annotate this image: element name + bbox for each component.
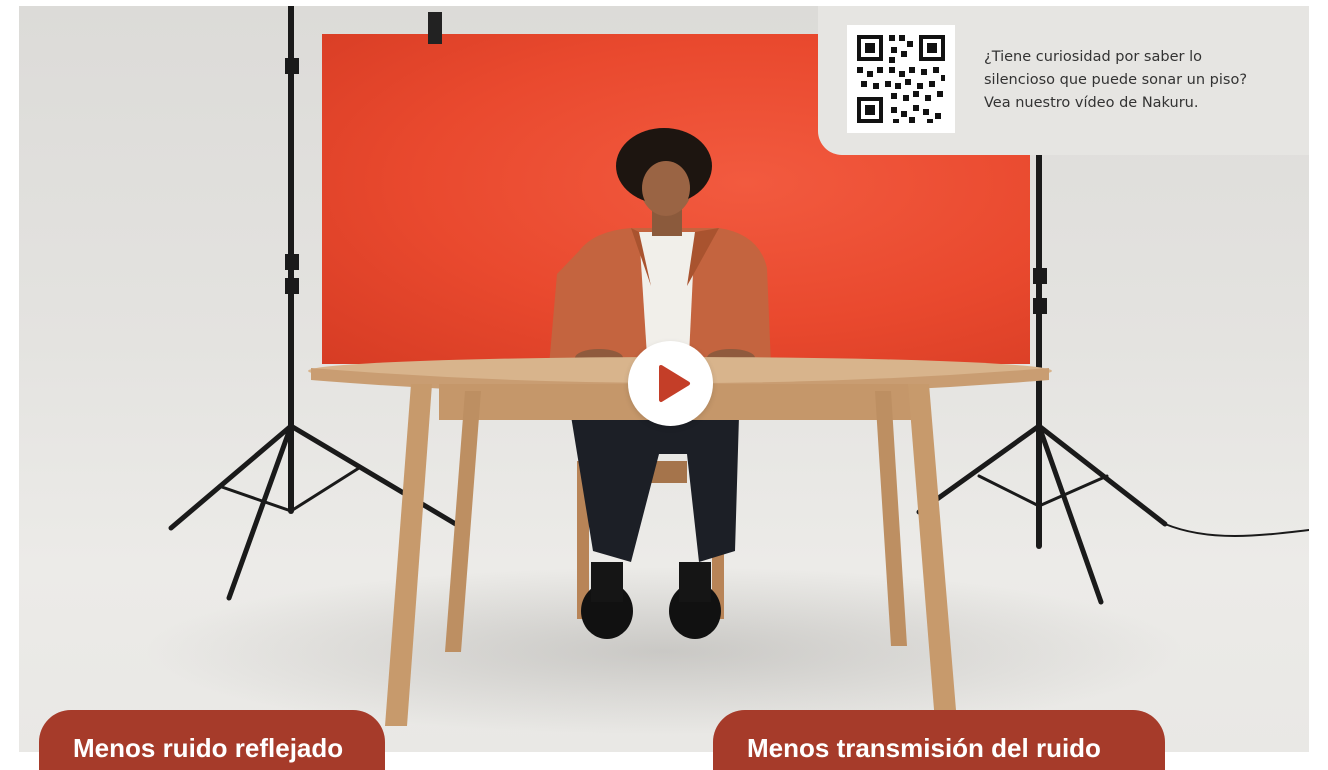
- play-icon: [659, 365, 690, 402]
- feature-pill-label: Menos transmisión del ruido: [747, 733, 1101, 763]
- feature-pill-noise-transmission[interactable]: Menos transmisión del ruido: [713, 710, 1165, 770]
- qr-code[interactable]: [847, 25, 955, 133]
- qr-card-text-line: Vea nuestro vídeo de Nakuru.: [984, 95, 1199, 111]
- qr-card-text-line: ¿Tiene curiosidad por saber lo: [984, 49, 1202, 65]
- play-button[interactable]: [628, 341, 713, 426]
- qr-code-image: [857, 35, 945, 123]
- video-player[interactable]: ¿Tiene curiosidad por saber lo silencios…: [19, 6, 1309, 752]
- feature-pill-reflected-noise[interactable]: Menos ruido reflejado: [39, 710, 385, 770]
- backdrop-clamp: [428, 12, 442, 44]
- qr-card-text: ¿Tiene curiosidad por saber lo silencios…: [984, 46, 1304, 115]
- qr-card-text-line: silencioso que puede sonar un piso?: [984, 72, 1248, 88]
- feature-pill-label: Menos ruido reflejado: [73, 733, 344, 763]
- qr-info-card: ¿Tiene curiosidad por saber lo silencios…: [818, 6, 1309, 155]
